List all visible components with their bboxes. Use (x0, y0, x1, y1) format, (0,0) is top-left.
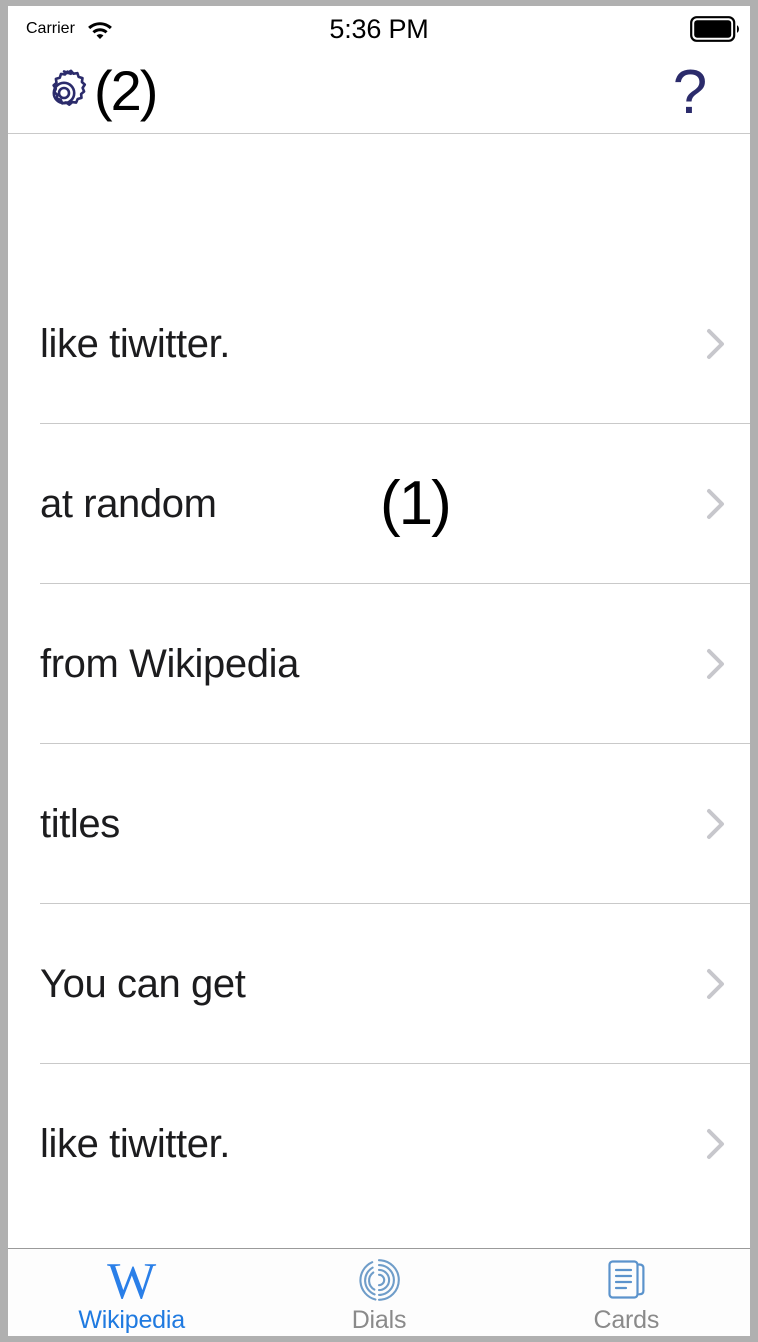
status-bar: Carrier 5:36 PM (8, 6, 750, 52)
question-mark-icon: ? (672, 57, 708, 127)
tab-label: Cards (593, 1305, 660, 1334)
list-item-annotation: (1) (380, 469, 452, 538)
list-item-label: like tiwitter. (40, 1121, 231, 1165)
tab-dials[interactable]: Dials (255, 1249, 502, 1336)
settings-count-label: (2) (94, 58, 158, 122)
cards-stack-icon (604, 1257, 648, 1303)
article-list[interactable]: like tiwitter. at random (1) from Wikipe… (8, 134, 750, 1164)
status-bar-right (690, 6, 742, 52)
chevron-right-icon (704, 644, 728, 684)
gear-icon (36, 65, 92, 121)
tab-label: Wikipedia (78, 1305, 185, 1334)
chevron-right-icon (704, 484, 728, 524)
chevron-right-icon (704, 804, 728, 844)
chevron-right-icon (704, 964, 728, 1004)
wikipedia-w-icon: W (107, 1252, 157, 1310)
list-item[interactable]: like tiwitter. (8, 1064, 750, 1164)
list-item[interactable]: from Wikipedia (8, 584, 750, 744)
dials-spiral-icon (356, 1257, 402, 1303)
tab-wikipedia[interactable]: W Wikipedia (8, 1249, 255, 1336)
navigation-bar: (2) ? (8, 52, 750, 134)
tab-cards[interactable]: Cards (503, 1249, 750, 1336)
list-item-label: like tiwitter. (40, 321, 231, 366)
battery-full-icon (690, 16, 742, 42)
list-item[interactable]: titles (8, 744, 750, 904)
status-bar-time: 5:36 PM (329, 13, 429, 44)
list-item[interactable]: at random (1) (8, 424, 750, 584)
chevron-right-icon (704, 1124, 728, 1164)
list-item[interactable]: like tiwitter. (8, 264, 750, 424)
list-item-label: You can get (40, 961, 246, 1006)
list-item[interactable]: You can get (8, 904, 750, 1064)
list-item-label: titles (40, 801, 120, 846)
tab-label: Dials (351, 1305, 407, 1334)
list-top-spacer (8, 134, 750, 264)
chevron-right-icon (704, 324, 728, 364)
help-button[interactable]: ? (668, 57, 712, 127)
tab-bar: W Wikipedia Dials Cards (8, 1248, 750, 1336)
device-screen: Carrier 5:36 PM (2) ? like tiwitter. at … (8, 6, 750, 1336)
list-item-label: at random (40, 481, 217, 526)
settings-button[interactable]: (2) (36, 58, 158, 122)
list-item-label: from Wikipedia (40, 641, 299, 686)
